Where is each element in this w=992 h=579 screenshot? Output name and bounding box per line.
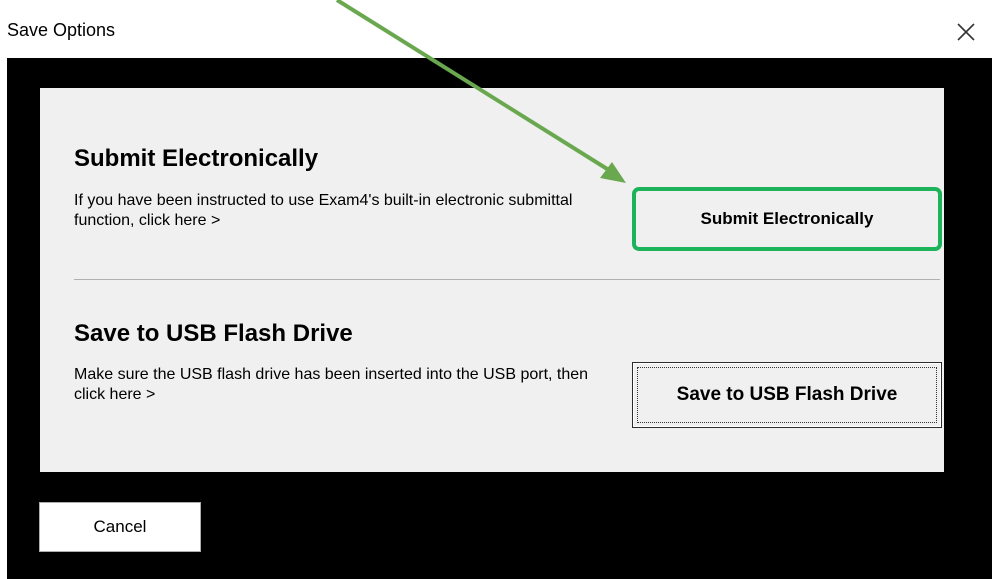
section-divider xyxy=(74,279,940,280)
submit-electronically-button[interactable]: Submit Electronically xyxy=(632,187,942,251)
window-title: Save Options xyxy=(7,20,116,40)
save-to-usb-label: Save to USB Flash Drive xyxy=(676,384,898,405)
submit-heading: Submit Electronically xyxy=(74,145,319,172)
close-button[interactable] xyxy=(948,14,984,50)
options-panel: Submit Electronically If you have been i… xyxy=(40,88,944,472)
submit-description: If you have been instructed to use Exam4… xyxy=(74,192,573,229)
save-to-usb-button[interactable]: Save to USB Flash Drive xyxy=(632,362,942,428)
usb-description: Make sure the USB flash drive has been i… xyxy=(74,366,589,403)
cancel-button[interactable]: Cancel xyxy=(39,502,201,552)
close-icon xyxy=(957,23,975,41)
usb-heading: Save to USB Flash Drive xyxy=(74,320,353,347)
dialog-body: Submit Electronically If you have been i… xyxy=(7,58,992,579)
title-bar: Save Options xyxy=(0,0,992,58)
